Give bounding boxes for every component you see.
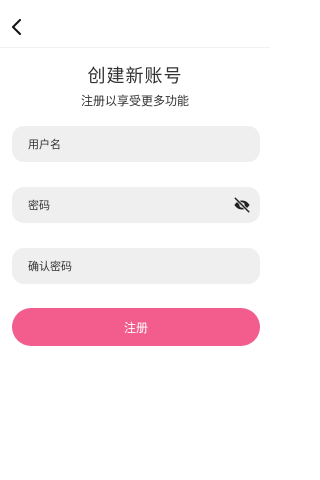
username-field-container <box>12 126 260 162</box>
password-visibility-toggle[interactable] <box>232 195 252 215</box>
register-button[interactable]: 注册 <box>12 308 260 346</box>
top-bar <box>0 0 270 48</box>
page-title: 创建新账号 <box>87 66 183 87</box>
password-input[interactable] <box>12 187 260 223</box>
chevron-left-icon <box>12 19 21 35</box>
confirm-password-field-container <box>12 248 260 284</box>
back-button[interactable] <box>6 16 28 38</box>
username-input[interactable] <box>12 126 260 162</box>
page-subtitle: 注册以享受更多功能 <box>80 94 189 108</box>
password-field-container <box>12 187 260 223</box>
confirm-password-input[interactable] <box>12 248 260 284</box>
eye-off-icon <box>233 196 251 214</box>
